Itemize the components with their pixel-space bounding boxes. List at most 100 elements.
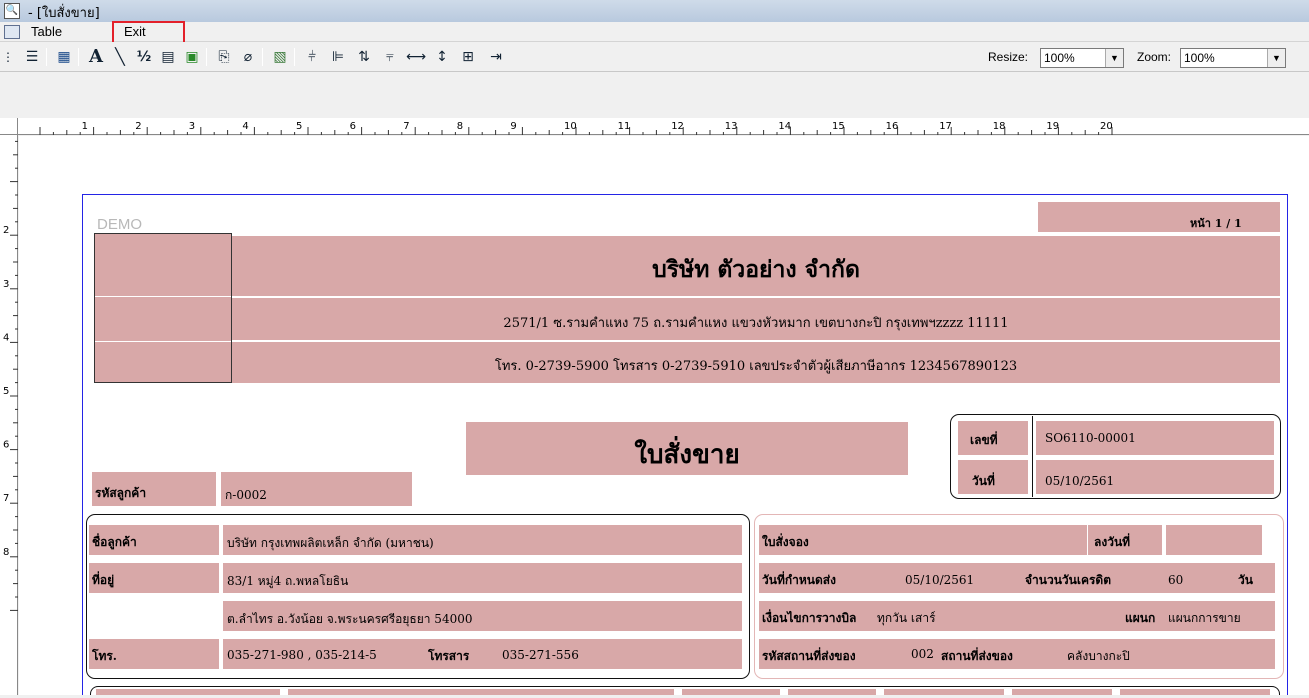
align-top-icon[interactable]: ⫧ [380,47,400,67]
ruler-number: 4 [3,332,9,343]
image-icon[interactable]: ▣ [182,47,202,67]
resize-select[interactable]: 100% ▼ [1040,48,1124,68]
company-name: บริษัท ตัวอย่าง จำกัด [652,256,860,283]
title-bar: 🔍 - [ใบสั่งขาย] [0,0,1309,22]
same-height-icon[interactable]: ↕ [432,47,452,67]
exit-door-icon[interactable]: ⇥ [486,47,506,67]
zoom-select[interactable]: 100% ▼ [1180,48,1286,68]
paste-icon[interactable]: ⎘ [214,47,234,67]
toolbar: ⋮ ☰ ▦ A ╲ ½ ▤ ▣ ⎘ ⌀ ▧ ⫩ ⊫ ⇅ ⫧ ⟷ ↕ ⊞ ⇥ Re… [0,42,1309,72]
text-icon[interactable]: A [86,47,106,67]
items-header-cell [788,689,876,695]
ruler-number: 18 [993,121,1006,132]
menu-table[interactable]: Table [31,24,62,39]
items-table-header [92,688,1278,695]
stripe-icon[interactable]: ▤ [158,47,178,67]
window-title: - [ใบสั่งขาย] [28,6,100,21]
percent-icon[interactable]: ½ [134,47,154,67]
window-menu-icon[interactable] [4,25,20,39]
po-label: ใบสั่งจอง [762,535,809,549]
same-width-icon[interactable]: ⟷ [406,47,426,67]
tel-value: 035-271-980 , 035-214-5 [227,648,377,662]
ruler-number: 7 [403,121,409,132]
addr-label: ที่อยู่ [92,573,115,587]
fax-value: 035-271-556 [502,648,579,662]
due-label: วันที่กำหนดส่ง [762,573,836,587]
demo-watermark: DEMO [97,216,142,233]
horizontal-ruler: 1 2 3 4 5 6 7 8 9 10 11 12 13 14 15 16 17 18 19 20 [18,118,1309,135]
resize-value: 100% [1044,51,1075,65]
ruler-number: 5 [296,121,302,132]
line-icon[interactable]: ╲ [110,47,130,67]
ruler-number: 13 [725,121,738,132]
ruler-number: 9 [510,121,516,132]
chart-icon[interactable]: ▧ [270,47,290,67]
doc-info-divider [1032,416,1033,497]
print-preview-icon: 🔍 [4,3,20,19]
toolbar-separator [294,48,295,66]
horizontal-ruler-ticks: 1 2 3 4 5 6 7 8 9 10 11 12 13 14 15 16 17 18 19 20 [39,121,1113,135]
items-header-cell [682,689,780,695]
credit-label: จำนวนวันเครดิต [1025,573,1112,587]
cust-name-label: ชื่อลูกค้า [92,535,137,549]
ruler-number: 6 [350,121,356,132]
ruler-number: 7 [3,493,9,504]
fax-label: โทรสาร [428,649,470,663]
ruler-number: 20 [1100,121,1113,132]
ruler-number: 2 [3,225,9,236]
toolbar-separator [78,48,79,66]
toolbar-separator [46,48,47,66]
chevron-down-icon[interactable]: ▼ [1267,49,1285,67]
logo-divider [95,296,231,297]
toolbar-separator [206,48,207,66]
align-bottom-icon[interactable]: ⫩ [302,47,322,67]
doc-title: ใบสั่งขาย [634,440,740,470]
page-number: หน้า 1 / 1 [1190,217,1242,230]
zoom-label: Zoom: [1137,50,1172,64]
items-header-cell [1120,689,1270,695]
ruler-number: 10 [564,121,577,132]
ship-value: คลังบางกะปิ [1067,649,1130,663]
po-date-box [1166,525,1262,555]
vertical-ruler-ticks: 2 3 4 5 6 7 8 [3,140,18,611]
items-header-cell [96,689,280,695]
same-size-icon[interactable]: ⊞ [458,47,478,67]
due-date: 05/10/2561 [905,573,975,587]
date-label: วันที่ [972,474,995,488]
dept-label: แผนก [1125,611,1156,625]
bill-value: ทุกวัน เสาร์ [877,611,936,625]
cust-name: บริษัท กรุงเทพผลิตเหล็ก จำกัด (มหาชน) [227,536,434,550]
chevron-down-icon[interactable]: ▼ [1105,49,1123,67]
ruler-number: 17 [939,121,952,132]
ruler-number: 5 [3,386,9,397]
align-vertical-icon[interactable]: ⇅ [354,47,374,67]
ruler-number: 8 [457,121,463,132]
dept-value: แผนกการขาย [1168,611,1241,625]
ruler-number: 16 [886,121,899,132]
company-contact: โทร. 0-2739-5900 โทรสาร 0-2739-5910 เลขป… [494,359,1018,374]
align-left-icon[interactable]: ⊫ [328,47,348,67]
eraser-icon[interactable]: ⌀ [238,47,258,67]
grip-icon: ⋮ [2,50,14,64]
menu-bar: Table Exit [0,22,1309,42]
cust-code: ก-0002 [225,488,267,502]
logo-divider [95,341,231,342]
doc-no: SO6110-00001 [1045,431,1136,445]
ship-code: 002 [911,647,934,661]
company-address: 2571/1 ซ.รามคำแหง 75 ถ.รามคำแหง แขวงหัวห… [503,316,1009,331]
doc-no-label: เลขที่ [970,433,998,447]
tel-label: โทร. [92,649,117,663]
ruler-number: 3 [3,279,9,290]
ruler-number: 3 [189,121,195,132]
cust-code-label: รหัสลูกค้า [95,486,147,500]
ruler-number: 1 [82,121,88,132]
po-date-label: ลงวันที่ [1094,535,1131,549]
addr-line-1: 83/1 หมู่4 ถ.พหลโยธิน [227,574,349,588]
ruler-corner [0,118,18,135]
ruler-number: 4 [242,121,248,132]
ruler-number: 14 [778,121,791,132]
vertical-ruler: 2 3 4 5 6 7 8 [0,135,18,695]
column-layout-icon[interactable]: ☰ [22,47,42,67]
zoom-value: 100% [1184,51,1215,65]
table-icon[interactable]: ▦ [54,47,74,67]
